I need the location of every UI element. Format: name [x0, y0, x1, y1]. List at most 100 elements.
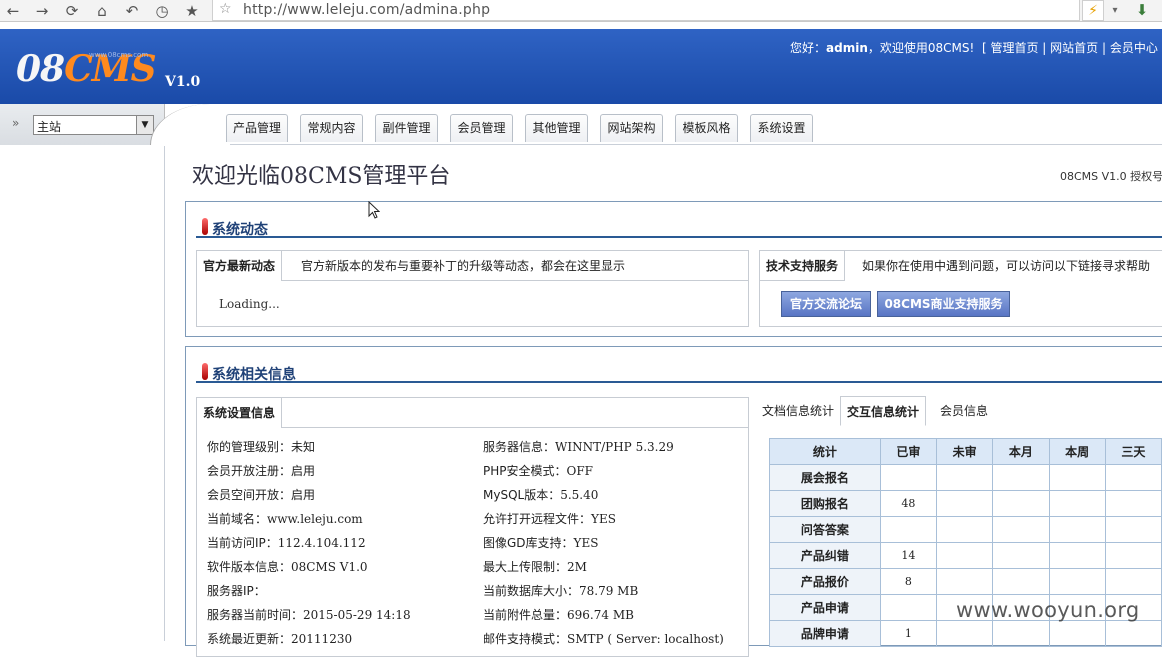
bookmark-icon[interactable]: ★ [181, 1, 203, 21]
top-links[interactable]: [ 管理首页 | 网站首页 | 会员中心 | 锁 [982, 39, 1162, 56]
info-attachments-size: 当前附件总量：696.74 MB [483, 608, 634, 622]
tab-templates[interactable]: 模板风格 [675, 114, 738, 142]
info-software-version: 软件版本信息：08CMS V1.0 [207, 560, 368, 574]
tab-members[interactable]: 会员管理 [450, 114, 513, 142]
table-row: 团购报名 48 [769, 490, 1162, 517]
tab-architecture[interactable]: 网站架构 [600, 114, 663, 142]
table-cell [936, 620, 994, 647]
table-cell [992, 568, 1050, 595]
table-cell [936, 490, 994, 517]
row-label: 问答答案 [769, 516, 881, 543]
table-cell [936, 464, 994, 491]
system-dynamics-panel: 系统动态 官方最新动态 官方新版本的发布与重要补丁的升级等动态，都会在这里显示 … [185, 201, 1162, 337]
table-cell: 1 [879, 620, 938, 647]
table-cell [1048, 464, 1106, 491]
reload-icon[interactable]: ⟳ [61, 1, 83, 21]
info-visitor-ip: 当前访问IP：112.4.104.112 [207, 536, 366, 550]
admin-header: 08CMS www.08cms.com V1.0 您好：admin，欢迎使用08… [0, 29, 1162, 104]
info-db-size: 当前数据库大小：78.79 MB [483, 584, 639, 598]
tab-other[interactable]: 其他管理 [525, 114, 588, 142]
table-cell [936, 542, 994, 569]
table-cell [992, 464, 1050, 491]
row-label: 产品报价 [769, 568, 881, 595]
table-cell: 8 [879, 568, 938, 595]
table-cell [879, 594, 938, 621]
info-server-ip: 服务器IP： [207, 584, 266, 598]
table-cell [1104, 490, 1162, 517]
info-admin-level: 你的管理级别：未知 [207, 440, 316, 454]
table-cell [1048, 490, 1106, 517]
table-cell [992, 542, 1050, 569]
info-domain: 当前域名：www.leleju.com [207, 512, 363, 526]
tab-content[interactable]: 常规内容 [300, 114, 363, 142]
table-cell [1048, 568, 1106, 595]
news-box: 官方最新动态 官方新版本的发布与重要补丁的升级等动态，都会在这里显示 Loadi… [196, 250, 749, 327]
table-cell [992, 620, 1050, 647]
tab-member-info[interactable]: 会员信息 [940, 396, 988, 426]
table-cell [936, 516, 994, 543]
col-header: 已审 [879, 438, 938, 465]
table-cell [1104, 464, 1162, 491]
home-icon[interactable]: ⌂ [91, 1, 113, 21]
col-header: 三天 [1104, 438, 1162, 465]
history-icon[interactable]: ◷ [151, 1, 173, 21]
undo-icon[interactable]: ↶ [121, 1, 143, 21]
row-label: 产品纠错 [769, 542, 881, 569]
chevron-down-icon[interactable]: ▾ [1106, 0, 1124, 21]
info-upload-limit: 最大上传限制：2M [483, 560, 587, 574]
main-navbar: » 主站 ▼ 产品管理 常规内容 副件管理 会员管理 其他管理 网站架构 模板风… [0, 104, 1162, 145]
tab-tech-support[interactable]: 技术支持服务 [760, 251, 846, 281]
col-header: 统计 [769, 438, 881, 465]
loading-text: Loading... [219, 297, 280, 311]
site-selector-area: » 主站 ▼ [0, 104, 165, 145]
support-description: 如果你在使用中遇到问题，可以访问以下链接寻求帮助 [862, 259, 1151, 273]
table-cell [936, 568, 994, 595]
forum-button[interactable]: 官方交流论坛 [781, 291, 871, 317]
bolt-icon[interactable]: ⚡ [1082, 0, 1104, 21]
watermark: www.wooyun.org [956, 598, 1140, 622]
address-bar[interactable]: ☆ http://www.leleju.com/admina.php [212, 0, 1080, 21]
tab-official-news[interactable]: 官方最新动态 [197, 251, 283, 281]
star-icon[interactable]: ☆ [219, 1, 232, 17]
tab-attachments[interactable]: 副件管理 [375, 114, 438, 142]
table-cell [879, 464, 938, 491]
dropdown-arrow-icon[interactable]: ▼ [136, 116, 153, 134]
table-cell [1048, 620, 1106, 647]
info-php-safe-mode: PHP安全模式：OFF [483, 464, 593, 478]
table-cell [1104, 542, 1162, 569]
username: admin [826, 41, 868, 55]
table-row: 展会报名 [769, 464, 1162, 491]
row-label: 产品申请 [769, 594, 881, 621]
license-info: 08CMS V1.0 授权号 [1060, 170, 1162, 183]
download-icon[interactable]: ⬇ [1130, 0, 1154, 21]
url-text[interactable]: http://www.leleju.com/admina.php [243, 2, 490, 18]
panel-title-sysinfo: 系统相关信息 [196, 353, 1162, 383]
collapse-icon[interactable]: » [12, 116, 19, 130]
mouse-cursor-icon [368, 201, 380, 219]
info-member-space: 会员空间开放：启用 [207, 488, 316, 502]
info-server: 服务器信息：WINNT/PHP 5.3.29 [483, 440, 674, 454]
tab-interaction-stats[interactable]: 交互信息统计 [840, 396, 927, 426]
title-bar-icon [202, 218, 208, 235]
tab-sys-settings[interactable]: 系统设置信息 [197, 398, 283, 428]
forward-icon[interactable]: → [31, 1, 53, 21]
logo-tagline: www.08cms.com [89, 51, 149, 59]
back-icon[interactable]: ← [2, 1, 24, 21]
row-label: 团购报名 [769, 490, 881, 517]
table-cell [992, 490, 1050, 517]
site-select[interactable]: 主站 ▼ [33, 115, 154, 135]
tab-settings[interactable]: 系统设置 [750, 114, 813, 142]
row-label: 展会报名 [769, 464, 881, 491]
info-mysql-version: MySQL版本：5.5.40 [483, 488, 599, 502]
commercial-support-button[interactable]: 08CMS商业支持服务 [877, 291, 1010, 317]
table-cell [1104, 620, 1162, 647]
table-row: 产品纠错 14 [769, 542, 1162, 569]
info-gd-support: 图像GD库支持：YES [483, 536, 599, 550]
tab-product[interactable]: 产品管理 [226, 114, 288, 142]
table-cell [1104, 516, 1162, 543]
tab-doc-stats[interactable]: 文档信息统计 [762, 396, 834, 426]
version-label: V1.0 [165, 74, 201, 90]
table-cell [1048, 542, 1106, 569]
info-member-register: 会员开放注册：启用 [207, 464, 316, 478]
left-sidebar [0, 146, 165, 641]
